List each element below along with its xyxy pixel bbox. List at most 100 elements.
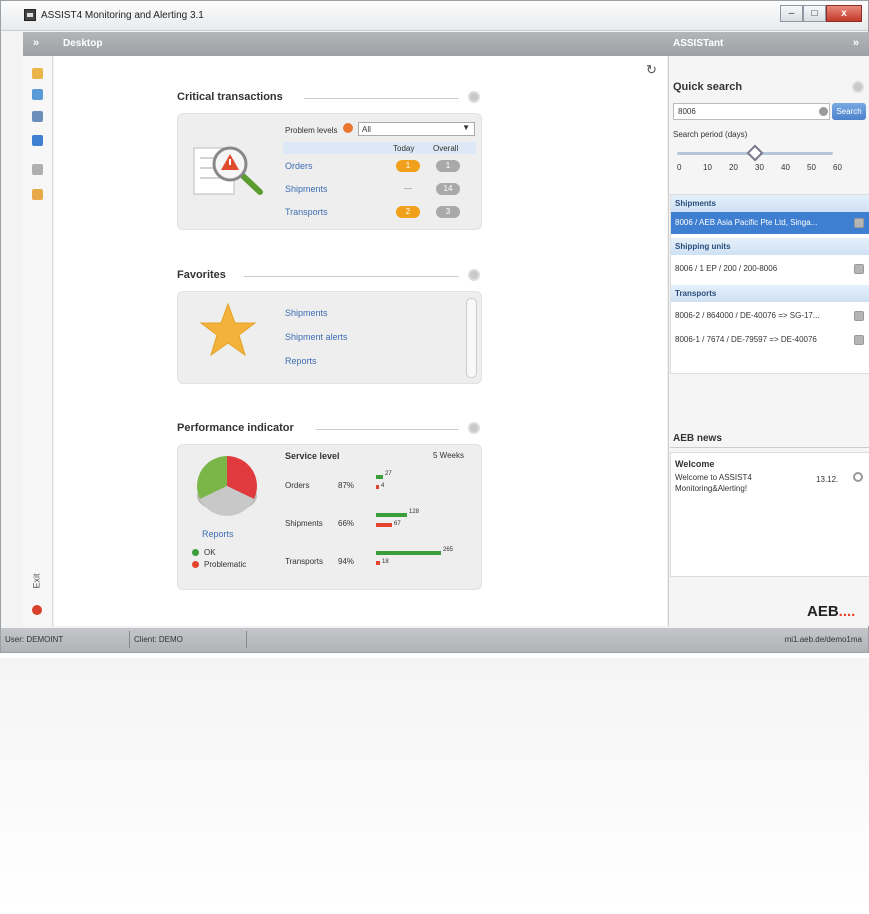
clear-search-icon[interactable]: [819, 107, 828, 116]
slider-tick-label: 40: [781, 163, 790, 172]
result-shipping-unit-label: 8006 / 1 EP / 200 / 200-8006: [675, 264, 778, 273]
problem-value-label: 18: [382, 559, 389, 565]
gear-icon[interactable]: [852, 81, 864, 93]
performance-row-percent: 66%: [338, 519, 355, 528]
ok-value-label: 128: [409, 509, 420, 515]
problem-bar: [376, 485, 379, 489]
status-bar: User: DEMOINT Client: DEMO mi1.aeb.de/de…: [1, 628, 868, 652]
critical-transactions-title: Critical transactions: [177, 91, 283, 103]
critical-table-header: Today Overall: [283, 142, 476, 154]
news-headline: Welcome: [675, 459, 715, 469]
news-date: 13.12.: [816, 475, 839, 484]
favorite-shipments[interactable]: Shipments: [285, 308, 328, 318]
performance-indicator-panel: Reports OK Problematic Service level 5 W…: [177, 444, 482, 590]
gear-icon[interactable]: [468, 269, 480, 281]
open-detail-icon[interactable]: [854, 264, 864, 274]
news-title: AEB news: [673, 433, 722, 444]
assistant-panel: Quick search 8006 Search Search period (…: [668, 56, 869, 626]
news-open-icon[interactable]: [853, 472, 863, 482]
problem-levels-select[interactable]: All ▼: [358, 122, 475, 136]
problem-levels-label: Problem levels: [285, 126, 338, 135]
orders-today-count[interactable]: 1: [396, 160, 420, 172]
aeb-logo-dots: ....: [838, 603, 856, 620]
shipments-icon[interactable]: [32, 89, 43, 100]
gear-icon[interactable]: [468, 91, 480, 103]
critical-row-orders[interactable]: Orders: [285, 161, 313, 171]
window-title: ASSIST4 Monitoring and Alerting 3.1: [41, 10, 204, 21]
performance-row-percent: 87%: [338, 481, 355, 490]
search-button[interactable]: Search: [832, 103, 866, 120]
problem-bar: [376, 561, 380, 565]
shipments-overall-count[interactable]: 14: [436, 183, 460, 195]
users-icon[interactable]: [32, 189, 43, 200]
open-detail-icon[interactable]: [854, 218, 864, 228]
reports-icon[interactable]: [32, 164, 43, 175]
app-logo-icon: [24, 9, 36, 21]
result-shipment-item[interactable]: 8006 / AEB Asia Pacific Pte Ltd, Singa..…: [671, 212, 869, 234]
orders-overall-count[interactable]: 1: [436, 160, 460, 172]
magnifier-warning-icon: [193, 146, 263, 195]
slider-tick-label: 30: [755, 163, 764, 172]
performance-row-label: Shipments: [285, 519, 323, 528]
panel-divider: [244, 276, 459, 277]
performance-row-label: Orders: [285, 481, 310, 490]
favorite-reports[interactable]: Reports: [285, 356, 317, 366]
critical-row-transports[interactable]: Transports: [285, 207, 328, 217]
search-period-slider-thumb[interactable]: [746, 144, 764, 162]
collapse-assistant-button[interactable]: »: [853, 37, 859, 49]
performance-row-label: Transports: [285, 557, 323, 566]
transports-overall-count[interactable]: 3: [436, 206, 460, 218]
aeb-logo-text: AEB: [807, 603, 839, 620]
panel-divider: [316, 429, 459, 430]
window-controls: – □ x: [780, 5, 862, 22]
open-detail-icon[interactable]: [854, 311, 864, 321]
orders-icon[interactable]: [32, 68, 43, 79]
desktop-header: » Desktop: [23, 32, 668, 56]
exit-label[interactable]: Exit: [32, 573, 42, 588]
gear-icon[interactable]: [468, 422, 480, 434]
window-reflection: [0, 658, 869, 914]
problem-levels-value: All: [362, 125, 371, 134]
expand-sidebar-button[interactable]: »: [33, 37, 39, 49]
ok-legend-label: OK: [204, 548, 216, 557]
slider-tick-label: 50: [807, 163, 816, 172]
result-transport-item[interactable]: 8006-2 / 864000 / DE-40076 => SG-17...: [671, 305, 869, 327]
transports-icon[interactable]: [32, 111, 43, 122]
left-toolbar: Exit: [23, 56, 53, 626]
slider-tick-label: 0: [677, 163, 682, 172]
ok-legend-icon: [192, 549, 199, 556]
search-results-list: Shipments 8006 / AEB Asia Pacific Pte Lt…: [670, 194, 869, 374]
col-today: Today: [393, 144, 415, 153]
critical-row-shipments[interactable]: Shipments: [285, 184, 328, 194]
favorite-shipment-alerts[interactable]: Shipment alerts: [285, 332, 348, 342]
slider-tick-label: 10: [703, 163, 712, 172]
news-panel: Welcome Welcome to ASSIST4 Monitoring&Al…: [670, 452, 869, 577]
performance-reports-link[interactable]: Reports: [202, 529, 234, 539]
favorites-scrollbar[interactable]: [466, 298, 477, 378]
maximize-button[interactable]: □: [803, 5, 826, 22]
performance-pie-chart: [197, 456, 257, 516]
shipments-results-header: Shipments: [671, 195, 869, 212]
refresh-icon[interactable]: ↻: [646, 62, 657, 78]
minimize-button[interactable]: –: [780, 5, 803, 22]
result-transport-item[interactable]: 8006-1 / 7674 / DE-79597 => DE-40076: [671, 329, 869, 351]
title-bar: ASSIST4 Monitoring and Alerting 3.1 – □ …: [1, 1, 868, 31]
news-body: Welcome to ASSIST4 Monitoring&Alerting!: [675, 473, 752, 493]
transports-results-header: Transports: [671, 285, 869, 302]
exit-power-icon[interactable]: [32, 605, 42, 615]
open-detail-icon[interactable]: [854, 335, 864, 345]
transports-today-count[interactable]: 2: [396, 206, 420, 218]
ok-bar: [376, 513, 407, 517]
panel-divider: [304, 98, 459, 99]
quick-search-input[interactable]: 8006: [673, 103, 830, 120]
result-shipment-label: 8006 / AEB Asia Pacific Pte Ltd, Singa..…: [675, 218, 818, 227]
close-button[interactable]: x: [826, 5, 862, 22]
result-shipping-unit-item[interactable]: 8006 / 1 EP / 200 / 200-8006: [671, 258, 869, 280]
search-period-label: Search period (days): [673, 130, 748, 139]
status-divider: [246, 631, 247, 648]
problem-value-label: 67: [394, 521, 401, 527]
slider-tick-label: 60: [833, 163, 842, 172]
shipping-units-results-header: Shipping units: [671, 238, 869, 255]
app-window: ASSIST4 Monitoring and Alerting 3.1 – □ …: [0, 0, 869, 653]
alerts-icon[interactable]: [32, 135, 43, 146]
